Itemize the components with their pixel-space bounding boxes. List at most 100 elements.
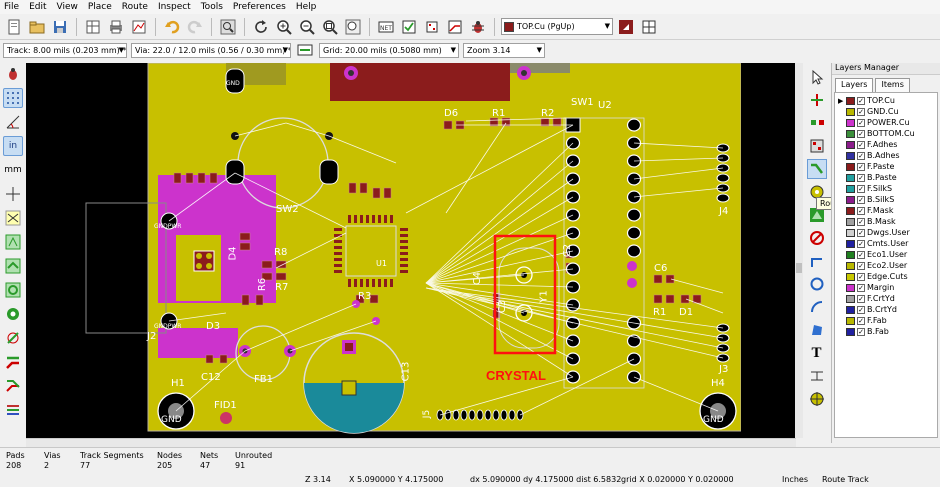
menu-edit[interactable]: Edit bbox=[29, 2, 46, 12]
vertical-scrollbar[interactable] bbox=[795, 63, 803, 438]
layer-row[interactable]: ✓ B.SilkS bbox=[835, 194, 937, 205]
show-grid-icon[interactable] bbox=[3, 88, 23, 108]
zoom-select[interactable]: Zoom 3.14 ▼ bbox=[463, 42, 545, 58]
highlight-net-icon[interactable] bbox=[807, 90, 827, 110]
layer-color-swatch[interactable] bbox=[846, 327, 855, 336]
drc-icon[interactable] bbox=[399, 17, 419, 37]
units-mm-icon[interactable]: mm bbox=[3, 160, 23, 180]
via-size-select[interactable]: Via: 22.0 / 12.0 mils (0.56 / 0.30 mm) *… bbox=[131, 42, 291, 58]
menu-preferences[interactable]: Preferences bbox=[233, 2, 286, 12]
layer-row[interactable]: ✓ Cmts.User bbox=[835, 238, 937, 249]
local-ratsnest-icon[interactable] bbox=[807, 113, 827, 133]
route-tracks-icon[interactable] bbox=[806, 159, 827, 179]
layer-color-swatch[interactable] bbox=[846, 162, 855, 171]
add-text-icon[interactable]: T bbox=[807, 343, 827, 363]
add-arc-icon[interactable] bbox=[807, 297, 827, 317]
layer-visibility-checkbox[interactable]: ✓ bbox=[857, 327, 865, 336]
drc-marker-icon[interactable] bbox=[3, 64, 23, 84]
layer-color-swatch[interactable] bbox=[846, 228, 855, 237]
layer-row[interactable]: ✓ F.CrtYd bbox=[835, 293, 937, 304]
layers-manager-toggle-icon[interactable] bbox=[3, 400, 23, 420]
pcb-canvas[interactable]: GND SW2 D6 R1 R2 SW1 U2 J4 C4 C3 C2 Y1 C… bbox=[26, 63, 796, 438]
layer-color-swatch[interactable] bbox=[846, 118, 855, 127]
menu-tools[interactable]: Tools bbox=[201, 2, 223, 12]
high-contrast-icon[interactable] bbox=[3, 376, 23, 396]
track-width-select[interactable]: Track: 8.00 mils (0.203 mm) * ▼ bbox=[3, 42, 127, 58]
layer-color-swatch[interactable] bbox=[846, 195, 855, 204]
layer-visibility-checkbox[interactable]: ✓ bbox=[857, 239, 865, 248]
add-circle-icon[interactable] bbox=[807, 274, 827, 294]
tab-layers[interactable]: Layers bbox=[835, 78, 874, 92]
layer-visibility-checkbox[interactable]: ✓ bbox=[857, 217, 865, 226]
layer-row[interactable]: ✓ B.Paste bbox=[835, 172, 937, 183]
layer-visibility-checkbox[interactable]: ✓ bbox=[857, 294, 865, 303]
add-target-icon[interactable] bbox=[807, 389, 827, 409]
undo-icon[interactable] bbox=[162, 17, 182, 37]
add-keepout-icon[interactable] bbox=[807, 228, 827, 248]
layer-row[interactable]: ✓ GND.Cu bbox=[835, 106, 937, 117]
layer-row[interactable]: ✓ Dwgs.User bbox=[835, 227, 937, 238]
layer-pair-icon[interactable] bbox=[616, 17, 636, 37]
layer-color-swatch[interactable] bbox=[846, 140, 855, 149]
redraw-icon[interactable] bbox=[251, 17, 271, 37]
layer-color-swatch[interactable] bbox=[846, 129, 855, 138]
menu-help[interactable]: Help bbox=[296, 2, 317, 12]
layer-visibility-checkbox[interactable]: ✓ bbox=[857, 140, 865, 149]
layer-row[interactable]: ✓ Eco1.User bbox=[835, 249, 937, 260]
layer-row[interactable]: ▶ ✓ TOP.Cu bbox=[835, 95, 937, 106]
zoom-selection-icon[interactable] bbox=[343, 17, 363, 37]
menu-view[interactable]: View bbox=[57, 2, 78, 12]
layer-color-swatch[interactable] bbox=[846, 294, 855, 303]
zoom-fit-icon[interactable] bbox=[320, 17, 340, 37]
ratsnest-icon[interactable] bbox=[3, 208, 23, 228]
add-dimension-icon[interactable] bbox=[807, 366, 827, 386]
add-polygon-icon[interactable] bbox=[807, 320, 827, 340]
find-icon[interactable] bbox=[218, 17, 238, 37]
layer-row[interactable]: ✓ F.Paste bbox=[835, 161, 937, 172]
add-footprint-icon[interactable] bbox=[807, 136, 827, 156]
layer-color-swatch[interactable] bbox=[846, 206, 855, 215]
layer-visibility-checkbox[interactable]: ✓ bbox=[857, 96, 865, 105]
menu-file[interactable]: File bbox=[4, 2, 19, 12]
plot-icon[interactable] bbox=[129, 17, 149, 37]
layer-color-swatch[interactable] bbox=[846, 96, 855, 105]
cursor-shape-icon[interactable] bbox=[3, 184, 23, 204]
layer-color-swatch[interactable] bbox=[846, 107, 855, 116]
layer-color-icon[interactable] bbox=[639, 17, 659, 37]
debug-bug-icon[interactable] bbox=[468, 17, 488, 37]
active-layer-select[interactable]: TOP.Cu (PgUp) ▼ bbox=[501, 18, 613, 35]
layer-row[interactable]: ✓ F.Mask bbox=[835, 205, 937, 216]
layer-visibility-checkbox[interactable]: ✓ bbox=[857, 261, 865, 270]
layer-visibility-checkbox[interactable]: ✓ bbox=[857, 173, 865, 182]
zoom-out-icon[interactable] bbox=[297, 17, 317, 37]
layer-color-swatch[interactable] bbox=[846, 316, 855, 325]
layer-row[interactable]: ✓ B.Mask bbox=[835, 216, 937, 227]
layer-visibility-checkbox[interactable]: ✓ bbox=[857, 250, 865, 259]
layer-color-swatch[interactable] bbox=[846, 217, 855, 226]
layer-row[interactable]: ✓ Edge.Cuts bbox=[835, 271, 937, 282]
layer-visibility-checkbox[interactable]: ✓ bbox=[857, 228, 865, 237]
layer-row[interactable]: ✓ B.Fab bbox=[835, 326, 937, 337]
polar-coords-icon[interactable] bbox=[3, 112, 23, 132]
layer-color-swatch[interactable] bbox=[846, 239, 855, 248]
layer-visibility-checkbox[interactable]: ✓ bbox=[857, 151, 865, 160]
mode-footprint-icon[interactable] bbox=[422, 17, 442, 37]
horizontal-scrollbar[interactable] bbox=[26, 438, 796, 447]
layer-row[interactable]: ✓ B.CrtYd bbox=[835, 304, 937, 315]
auto-track-width-icon[interactable] bbox=[295, 40, 315, 60]
layer-visibility-checkbox[interactable]: ✓ bbox=[857, 162, 865, 171]
menu-place[interactable]: Place bbox=[88, 2, 112, 12]
save-icon[interactable] bbox=[50, 17, 70, 37]
new-board-icon[interactable] bbox=[4, 17, 24, 37]
grid-select[interactable]: Grid: 20.00 mils (0.5080 mm) ▼ bbox=[319, 42, 459, 58]
layer-visibility-checkbox[interactable]: ✓ bbox=[857, 195, 865, 204]
vias-sketch-icon[interactable] bbox=[3, 328, 23, 348]
menu-route[interactable]: Route bbox=[122, 2, 148, 12]
page-settings-icon[interactable] bbox=[83, 17, 103, 37]
print-icon[interactable] bbox=[106, 17, 126, 37]
layer-row[interactable]: ✓ POWER.Cu bbox=[835, 117, 937, 128]
layer-row[interactable]: ✓ Eco2.User bbox=[835, 260, 937, 271]
netlist-icon[interactable]: NET bbox=[376, 17, 396, 37]
auto-delete-track-icon[interactable] bbox=[3, 256, 23, 276]
mode-track-icon[interactable] bbox=[445, 17, 465, 37]
